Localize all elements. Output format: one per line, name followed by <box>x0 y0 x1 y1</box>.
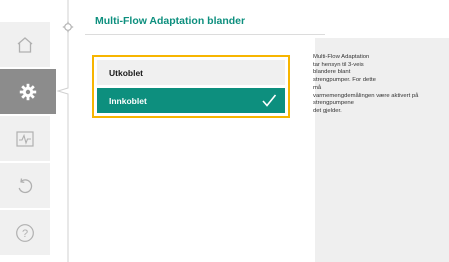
option-label: Utkoblet <box>109 67 143 78</box>
title-divider <box>85 34 325 35</box>
option-innkoblet[interactable]: Innkoblet <box>97 88 285 113</box>
side-navigation: ? <box>0 0 56 262</box>
checkmark-icon <box>262 94 277 107</box>
page-title: Multi-Flow Adaptation blander <box>95 15 246 27</box>
option-list: Utkoblet Innkoblet <box>92 55 290 118</box>
help-text: Multi-Flow Adaptation tar hensyn til 3-v… <box>313 54 419 114</box>
context-gear-icon <box>62 21 74 33</box>
menu-connector <box>56 0 74 262</box>
help-icon: ? <box>16 223 34 242</box>
undo-icon <box>18 177 33 193</box>
nav-diagnostics-button[interactable] <box>0 116 50 161</box>
option-label: Innkoblet <box>109 95 147 106</box>
nav-undo-button[interactable] <box>0 163 50 208</box>
option-utkoblet[interactable]: Utkoblet <box>97 60 285 85</box>
svg-text:?: ? <box>22 228 28 240</box>
nav-home-button[interactable] <box>0 22 50 67</box>
home-icon <box>17 36 33 53</box>
nav-settings-button[interactable] <box>0 69 56 114</box>
nav-help-button[interactable]: ? <box>0 210 50 255</box>
diagnostics-icon <box>16 130 34 147</box>
gear-icon <box>19 83 37 100</box>
